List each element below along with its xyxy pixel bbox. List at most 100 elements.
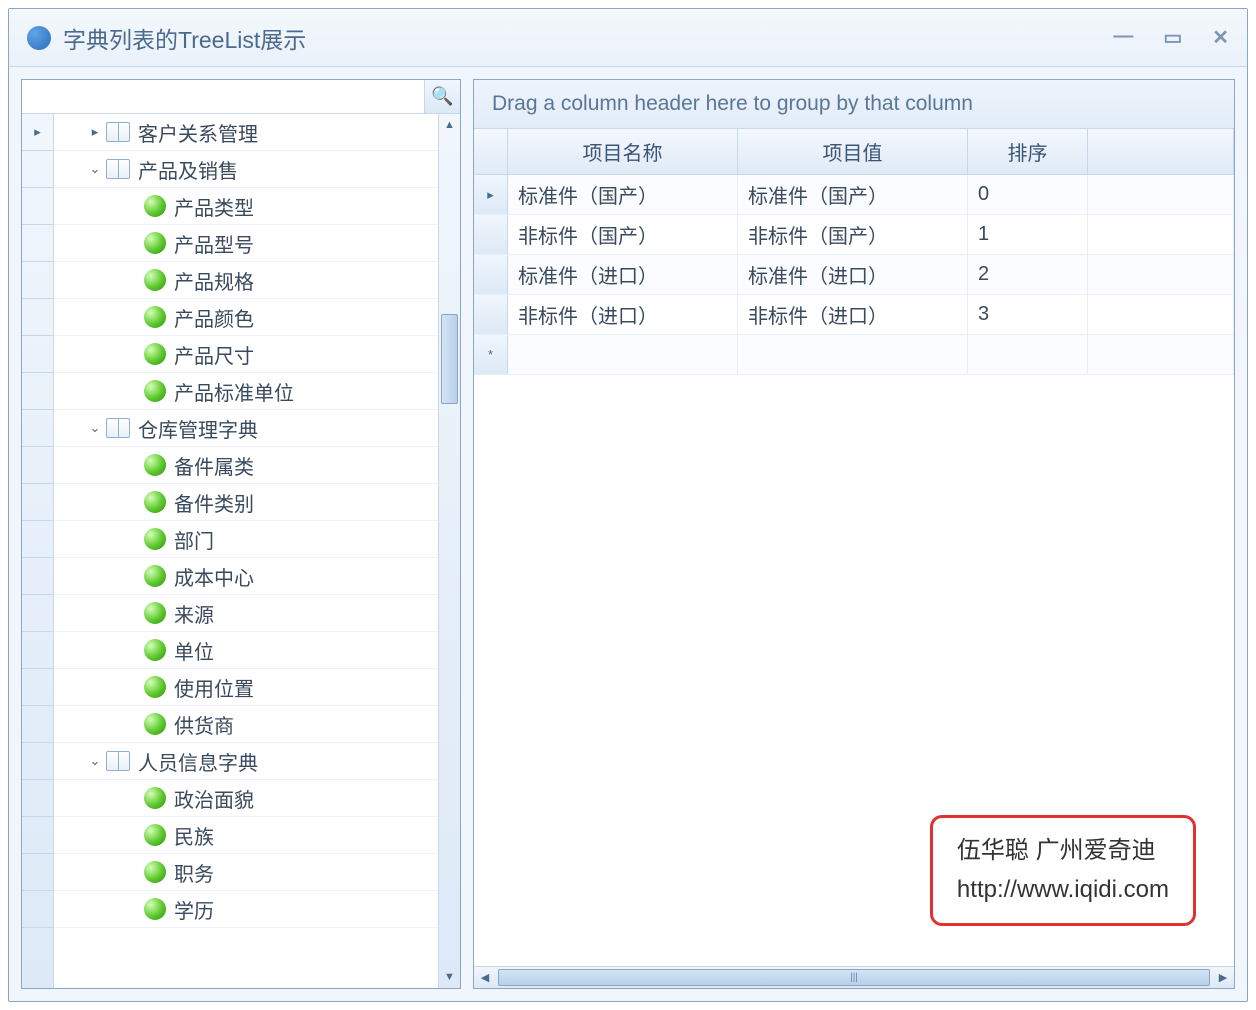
tree-group-item[interactable]: ⌄产品及销售 xyxy=(54,151,438,188)
expander-icon[interactable]: ▸ xyxy=(86,124,104,140)
tree-leaf-item[interactable]: 学历 xyxy=(54,891,438,928)
tree-leaf-item[interactable]: 单位 xyxy=(54,632,438,669)
window-title: 字典列表的TreeList展示 xyxy=(63,21,306,55)
tree-row-indicator xyxy=(22,632,53,669)
grid-header-name[interactable]: 项目名称 xyxy=(508,129,738,174)
grid-cell-name[interactable]: 标准件（进口） xyxy=(508,255,738,294)
grid-cell-spacer xyxy=(1088,295,1234,334)
green-sphere-icon xyxy=(144,491,166,513)
green-sphere-icon xyxy=(144,565,166,587)
grid-cell-sort[interactable] xyxy=(968,335,1088,374)
tree-leaf-item[interactable]: 民族 xyxy=(54,817,438,854)
grid-cell-spacer xyxy=(1088,215,1234,254)
expander-icon[interactable]: ⌄ xyxy=(86,161,104,177)
tree-row-indicator xyxy=(22,151,53,188)
grid-cell-name[interactable]: 非标件（国产） xyxy=(508,215,738,254)
grid-row[interactable]: 标准件（进口）标准件（进口）2 xyxy=(474,255,1234,295)
tree-row-indicator xyxy=(22,262,53,299)
tree-row-indicator xyxy=(22,669,53,706)
search-button[interactable]: 🔍 xyxy=(424,80,460,113)
grid-body[interactable]: ▸标准件（国产）标准件（国产）0非标件（国产）非标件（国产）1标准件（进口）标准… xyxy=(474,175,1234,375)
grid-header-indicator[interactable] xyxy=(474,129,508,174)
grid-cell-name[interactable] xyxy=(508,335,738,374)
maximize-button[interactable]: ▭ xyxy=(1163,25,1182,50)
tree-leaf-item[interactable]: 政治面貌 xyxy=(54,780,438,817)
green-sphere-icon xyxy=(144,528,166,550)
tree-leaf-item[interactable]: 产品类型 xyxy=(54,188,438,225)
grid-cell-sort[interactable]: 3 xyxy=(968,295,1088,334)
grid-cell-sort[interactable]: 1 xyxy=(968,215,1088,254)
tree-item-label: 来源 xyxy=(174,599,214,628)
grid-row-indicator[interactable]: * xyxy=(474,335,508,374)
scroll-left-arrow-icon[interactable]: ◀ xyxy=(474,971,496,984)
tree-row-indicator-strip: ▸ xyxy=(22,114,54,988)
grid-cell-name[interactable]: 标准件（国产） xyxy=(508,175,738,214)
grid-row-indicator[interactable] xyxy=(474,215,508,254)
grid-cell-value[interactable]: 标准件（国产） xyxy=(738,175,968,214)
tree-leaf-item[interactable]: 备件类别 xyxy=(54,484,438,521)
tree-item-label: 产品类型 xyxy=(174,192,254,221)
tree-leaf-item[interactable]: 职务 xyxy=(54,854,438,891)
book-icon xyxy=(106,159,130,179)
grid-cell-sort[interactable]: 0 xyxy=(968,175,1088,214)
grid-row-indicator[interactable] xyxy=(474,295,508,334)
green-sphere-icon xyxy=(144,639,166,661)
expander-icon[interactable]: ⌄ xyxy=(86,420,104,436)
grid-cell-value[interactable]: 非标件（进口） xyxy=(738,295,968,334)
tree-leaf-item[interactable]: 产品颜色 xyxy=(54,299,438,336)
tree-leaf-item[interactable]: 供货商 xyxy=(54,706,438,743)
tree-row-indicator xyxy=(22,373,53,410)
grid-cell-sort[interactable]: 2 xyxy=(968,255,1088,294)
grid-horizontal-scrollbar[interactable]: ◀ ||| ▶ xyxy=(474,966,1234,988)
search-input[interactable] xyxy=(22,80,424,113)
tree-body[interactable]: ▸客户关系管理⌄产品及销售产品类型产品型号产品规格产品颜色产品尺寸产品标准单位 ⌄… xyxy=(54,114,438,988)
grid-cell-value[interactable] xyxy=(738,335,968,374)
tree-row-indicator xyxy=(22,780,53,817)
tree-row-indicator xyxy=(22,188,53,225)
tree-leaf-item[interactable]: 产品标准单位 xyxy=(54,373,438,410)
tree-leaf-item[interactable]: 备件属类 xyxy=(54,447,438,484)
green-sphere-icon xyxy=(144,195,166,217)
expander-icon[interactable]: ⌄ xyxy=(86,753,104,769)
grid-row-indicator[interactable] xyxy=(474,255,508,294)
green-sphere-icon xyxy=(144,306,166,328)
tree-row-indicator xyxy=(22,225,53,262)
grid-header-sort[interactable]: 排序 xyxy=(968,129,1088,174)
group-by-hint[interactable]: Drag a column header here to group by th… xyxy=(474,80,1234,129)
grid-panel: Drag a column header here to group by th… xyxy=(473,79,1235,989)
tree-row-indicator xyxy=(22,817,53,854)
titlebar[interactable]: 字典列表的TreeList展示 — ▭ ✕ xyxy=(9,9,1247,67)
tree-panel: 🔍 ▸ ▸客户关系管理⌄产品及销售产品类型产品型号产品规格产品颜色产品尺寸产品标… xyxy=(21,79,461,989)
tree-group-item[interactable]: ▸客户关系管理 xyxy=(54,114,438,151)
grid-cell-value[interactable]: 标准件（进口） xyxy=(738,255,968,294)
scroll-up-arrow-icon[interactable]: ▲ xyxy=(439,114,460,136)
tree-item-label: 产品标准单位 xyxy=(174,377,294,406)
tree-group-item[interactable]: ⌄人员信息字典 xyxy=(54,743,438,780)
tree-row-indicator xyxy=(22,521,53,558)
scroll-down-arrow-icon[interactable]: ▼ xyxy=(439,966,460,988)
scroll-thumb[interactable] xyxy=(441,314,458,404)
grid-cell-value[interactable]: 非标件（国产） xyxy=(738,215,968,254)
grid-row[interactable]: 非标件（国产）非标件（国产）1 xyxy=(474,215,1234,255)
grid-header-value[interactable]: 项目值 xyxy=(738,129,968,174)
minimize-button[interactable]: — xyxy=(1113,25,1133,50)
tree-leaf-item[interactable]: 成本中心 xyxy=(54,558,438,595)
grid-row[interactable]: 非标件（进口）非标件（进口）3 xyxy=(474,295,1234,335)
grid-row[interactable]: ▸标准件（国产）标准件（国产）0 xyxy=(474,175,1234,215)
tree-leaf-item[interactable]: 部门 xyxy=(54,521,438,558)
tree-vertical-scrollbar[interactable]: ▲ ▼ xyxy=(438,114,460,988)
scroll-thumb[interactable]: ||| xyxy=(498,969,1210,986)
tree-leaf-item[interactable]: 产品规格 xyxy=(54,262,438,299)
grid-row[interactable]: * xyxy=(474,335,1234,375)
close-button[interactable]: ✕ xyxy=(1212,25,1229,50)
book-icon xyxy=(106,418,130,438)
scroll-right-arrow-icon[interactable]: ▶ xyxy=(1212,971,1234,984)
grid-row-indicator[interactable]: ▸ xyxy=(474,175,508,214)
tree-leaf-item[interactable]: 来源 xyxy=(54,595,438,632)
grid-cell-name[interactable]: 非标件（进口） xyxy=(508,295,738,334)
tree-group-item[interactable]: ⌄仓库管理字典 xyxy=(54,410,438,447)
tree-item-label: 政治面貌 xyxy=(174,784,254,813)
tree-leaf-item[interactable]: 产品尺寸 xyxy=(54,336,438,373)
tree-leaf-item[interactable]: 使用位置 xyxy=(54,669,438,706)
tree-leaf-item[interactable]: 产品型号 xyxy=(54,225,438,262)
